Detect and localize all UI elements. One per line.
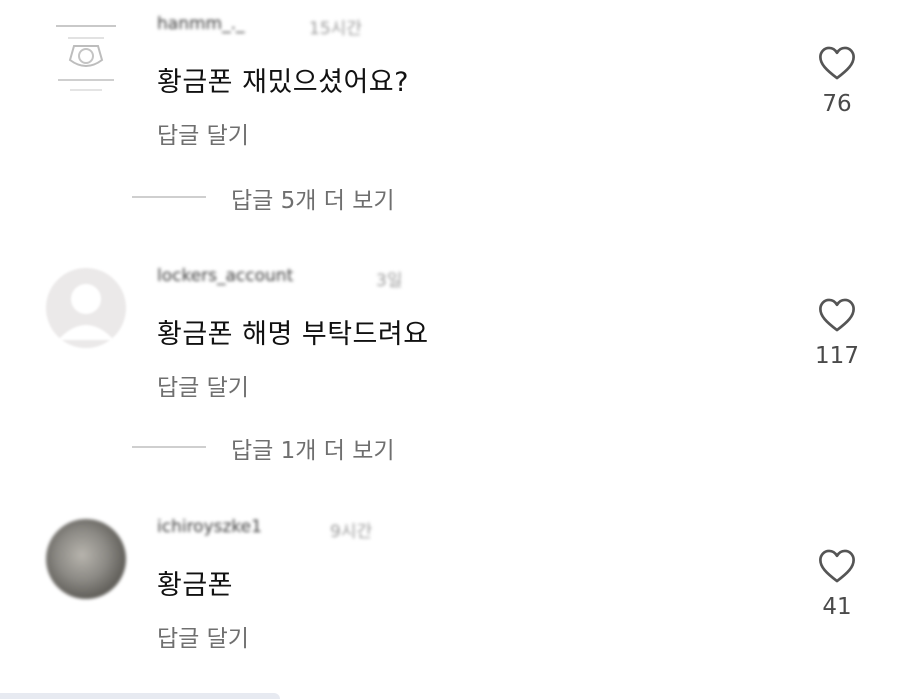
comment-list: hanmm_._ 15시간 황금폰 재밌으셨어요? 답글 달기 76 답글 5개… [0,0,908,699]
like-count: 117 [815,343,859,369]
reply-button[interactable]: 답글 달기 [157,619,249,653]
comment-username[interactable]: ichiroyszke1 [157,517,262,537]
comment-timestamp: 3일 [376,271,403,291]
divider-line [132,196,206,198]
comment-text: 황금폰 재밌으셨어요? [157,67,409,98]
comment-username[interactable]: hanmm_._ [157,14,245,34]
reply-button[interactable]: 답글 달기 [157,116,249,150]
reply-button[interactable]: 답글 달기 [157,368,249,402]
like-count: 76 [822,91,852,117]
comment-username[interactable]: lockers_account [157,266,293,286]
sketch-avatar-icon [56,25,116,91]
like-control: 76 [806,45,868,117]
comment-timestamp: 15시간 [309,19,362,39]
avatar[interactable] [46,268,126,348]
heart-outline-icon[interactable] [818,548,856,584]
like-control: 117 [806,297,868,369]
comment-item: ichiroyszke1 9시간 황금폰 답글 달기 41 [0,503,908,663]
comment-item: lockers_account 3일 황금폰 해명 부탁드려요 답글 달기 11… [0,252,908,412]
comment-text: 황금폰 [157,570,234,601]
avatar[interactable] [46,16,126,96]
view-more-replies-button[interactable]: 답글 1개 더 보기 [132,431,452,464]
default-avatar-icon [46,268,126,348]
divider-line [132,446,206,448]
heart-outline-icon[interactable] [818,45,856,81]
comment-timestamp: 9시간 [330,522,373,542]
avatar[interactable] [46,519,126,599]
heart-outline-icon[interactable] [818,297,856,333]
like-count: 41 [822,594,852,620]
like-control: 41 [806,548,868,620]
comment-item: hanmm_._ 15시간 황금폰 재밌으셨어요? 답글 달기 76 [0,0,908,160]
comment-text: 황금폰 해명 부탁드려요 [157,319,429,350]
view-more-replies-label: 답글 1개 더 보기 [231,438,395,464]
bottom-input-edge [0,693,280,699]
view-more-replies-button[interactable]: 답글 5개 더 보기 [132,181,452,214]
view-more-replies-label: 답글 5개 더 보기 [231,188,395,214]
